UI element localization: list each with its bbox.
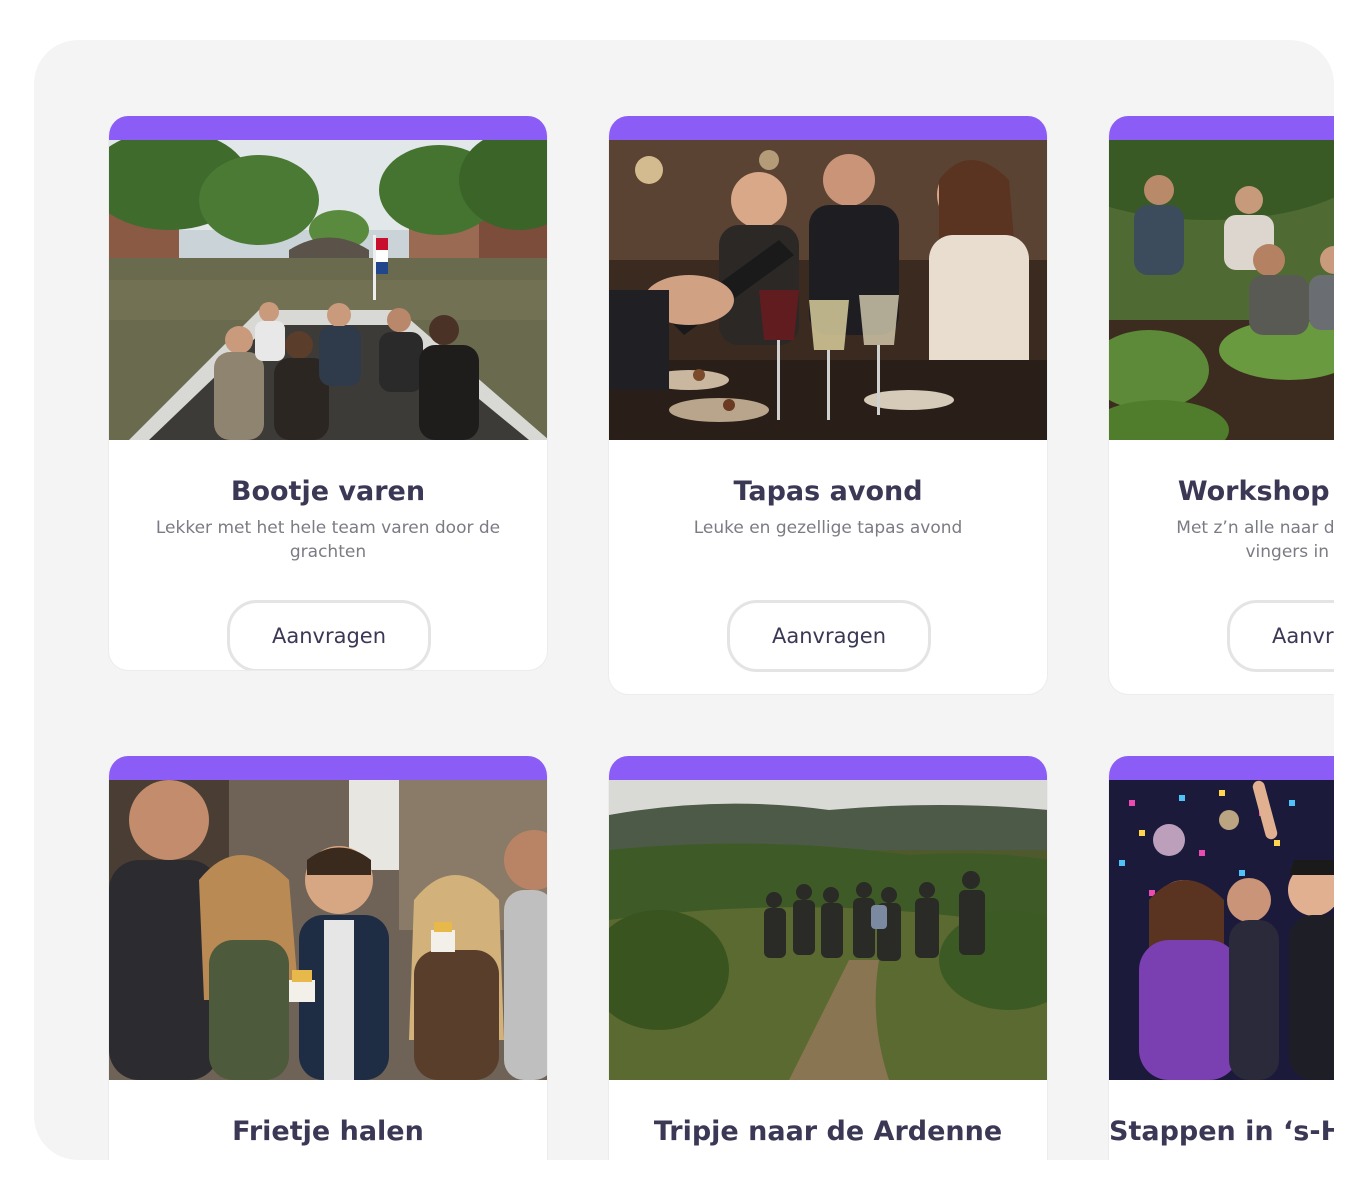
party-confetti-photo <box>1109 780 1334 1080</box>
card-accent-bar <box>609 116 1047 140</box>
card-title: Bootje varen <box>230 476 426 507</box>
card-title: Tapas avond <box>733 476 923 507</box>
request-button[interactable]: Aanvragen <box>1227 600 1334 672</box>
activity-card-stappen[interactable]: Stappen in ‘s-Hertogenbosch <box>1108 756 1334 1160</box>
gardening-workshop-photo <box>1109 140 1334 440</box>
card-title: Frietje halen <box>232 1116 424 1147</box>
activity-card-ardenne[interactable]: Tripje naar de Ardenne <box>608 756 1048 1160</box>
card-accent-bar <box>109 116 547 140</box>
activity-card-workshop[interactable]: Workshop groenten Met z’n alle naar de b… <box>1108 116 1334 695</box>
card-accent-bar <box>1109 756 1334 780</box>
card-accent-bar <box>109 756 547 780</box>
card-description: Lekker met het hele team varen door de g… <box>155 518 501 562</box>
street-fries-photo <box>109 780 547 1080</box>
card-description: Met z’n alle naar de boerderij en de vin… <box>1176 518 1334 562</box>
canal-boat-photo <box>109 140 547 440</box>
card-accent-bar <box>1109 116 1334 140</box>
card-description: Leuke en gezellige tapas avond <box>693 518 963 538</box>
request-button[interactable]: Aanvragen <box>227 600 431 670</box>
card-title: Workshop groenten <box>1177 476 1334 507</box>
activity-card-tapas-avond[interactable]: Tapas avond Leuke en gezellige tapas avo… <box>608 116 1048 695</box>
card-accent-bar <box>609 756 1047 780</box>
hiking-ardennes-photo <box>609 780 1047 1080</box>
card-title: Tripje naar de Ardenne <box>653 1116 1003 1147</box>
activity-card-bootje-varen[interactable]: Bootje varen Lekker met het hele team va… <box>108 116 548 671</box>
activity-card-frietje-halen[interactable]: Frietje halen <box>108 756 548 1160</box>
request-button[interactable]: Aanvragen <box>727 600 931 672</box>
tapas-dinner-photo <box>609 140 1047 440</box>
activity-grid: Bootje varen Lekker met het hele team va… <box>34 40 1334 1160</box>
card-title: Stappen in ‘s-Hertogenbosch <box>1109 1116 1334 1147</box>
